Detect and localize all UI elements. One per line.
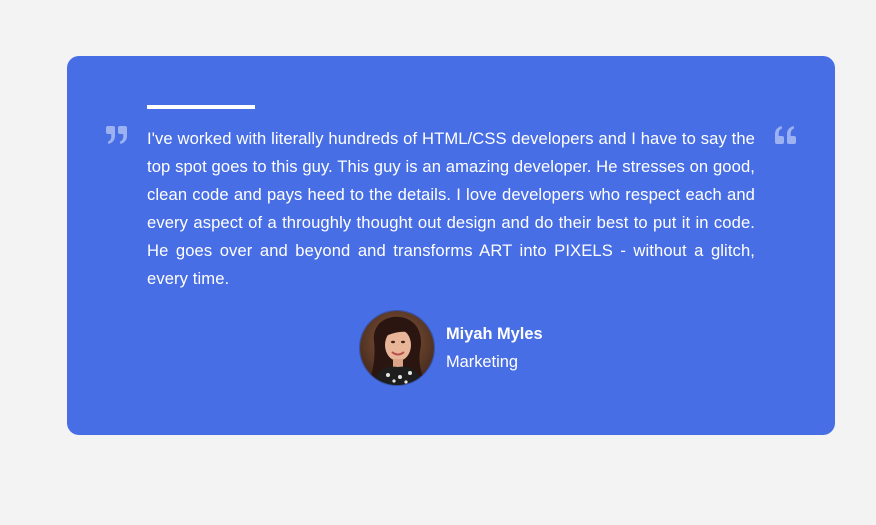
author-name: Miyah Myles <box>446 325 543 343</box>
quote-open-icon <box>774 126 796 144</box>
quote-close-icon <box>106 126 128 144</box>
accent-bar <box>147 105 255 109</box>
author: Miyah Myles Marketing <box>359 310 543 386</box>
testimonial-text: I've worked with literally hundreds of H… <box>147 129 755 288</box>
author-info: Miyah Myles Marketing <box>446 324 543 372</box>
author-role: Marketing <box>446 353 518 371</box>
avatar <box>359 310 435 386</box>
testimonial-card: I've worked with literally hundreds of H… <box>67 56 835 435</box>
